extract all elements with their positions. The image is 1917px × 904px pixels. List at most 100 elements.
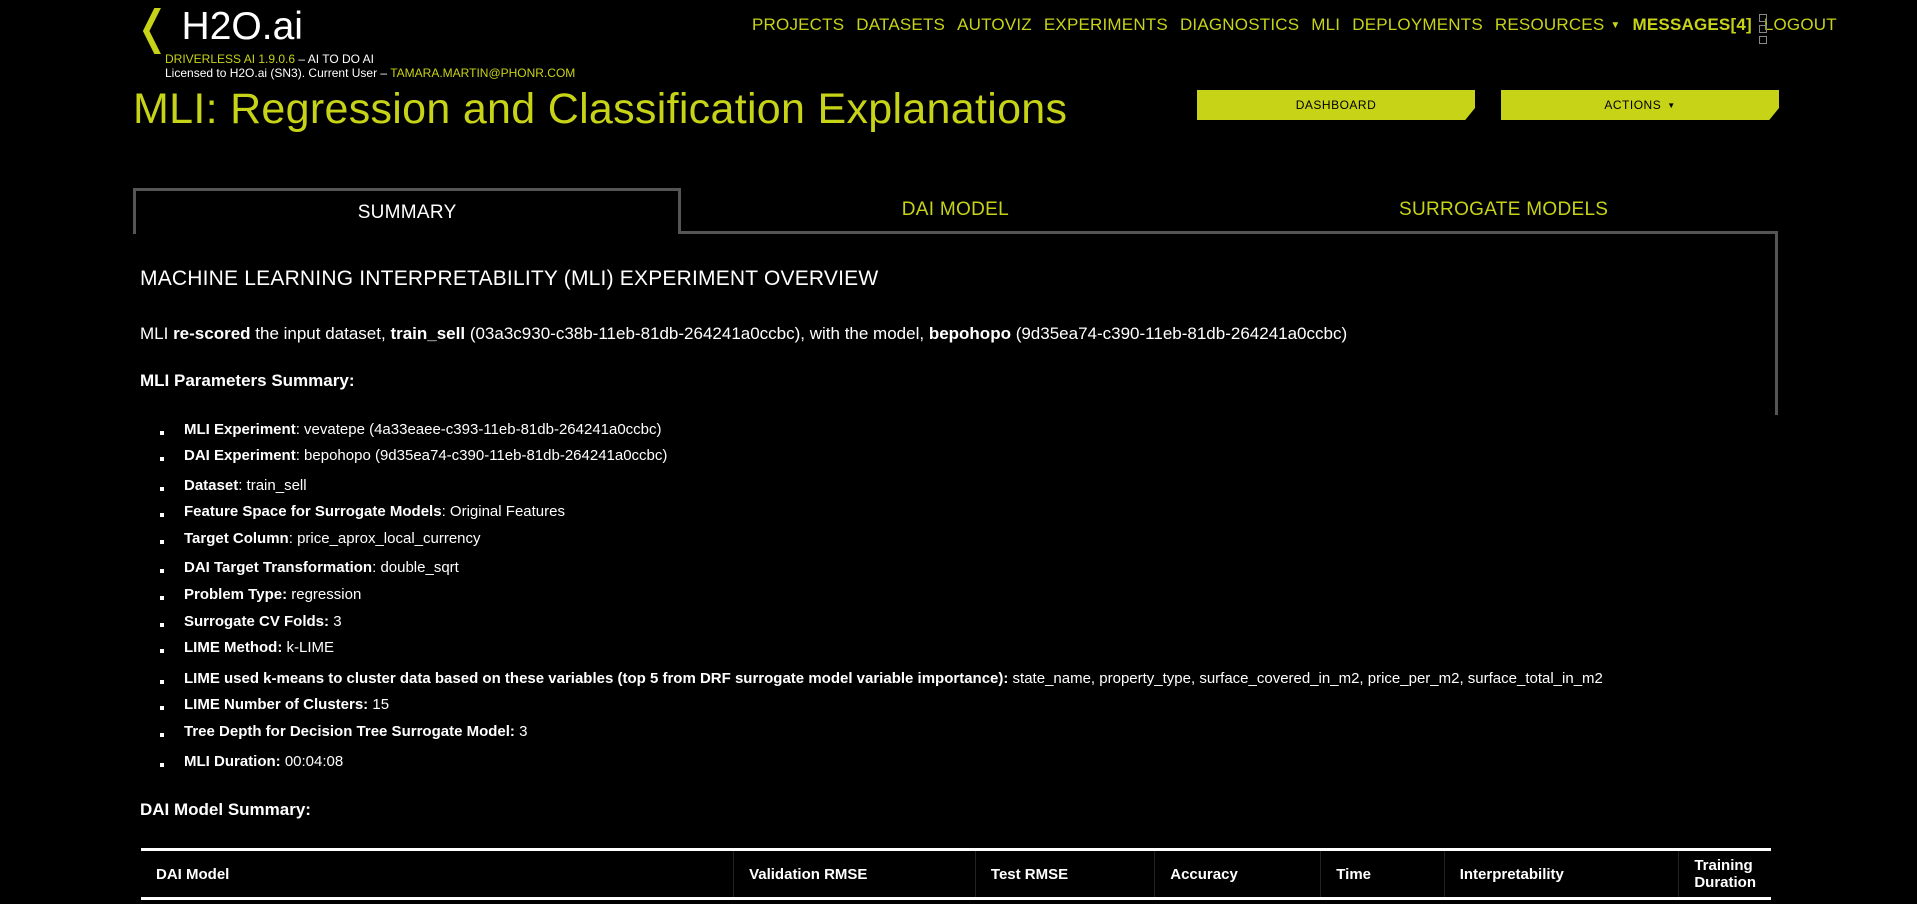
back-chevron-icon[interactable]: ❬ — [133, 4, 172, 50]
param-sep: : — [288, 530, 298, 547]
logo-text[interactable]: H2O.ai — [182, 5, 303, 49]
param-value: 15 — [372, 696, 390, 713]
param-item: LIME used k-means to cluster data based … — [140, 666, 1603, 692]
nav-autoviz[interactable]: AUTOVIZ — [957, 15, 1032, 35]
param-sep: : — [238, 477, 247, 494]
param-label: MLI Experiment — [184, 421, 296, 438]
col-test-rmse[interactable]: Test RMSE — [975, 851, 1156, 897]
intro-text: the input dataset, — [250, 324, 391, 343]
intro-text: MLI — [140, 324, 174, 343]
param-item: Tree Depth for Decision Tree Surrogate M… — [140, 719, 1603, 749]
param-item: MLI Duration: 00:04:08 — [140, 749, 1603, 775]
actions-button[interactable]: ACTIONS ▼ — [1501, 90, 1779, 120]
param-sep: : — [441, 503, 450, 520]
param-label: Tree Depth for Decision Tree Surrogate M… — [184, 723, 515, 740]
version-line: DRIVERLESS AI 1.9.0.6 – AI TO DO AI — [165, 52, 575, 66]
param-label: LIME used k-means to cluster data based … — [184, 670, 1009, 687]
tab-surrogate-models[interactable]: SURROGATE MODELS — [1229, 188, 1778, 234]
caret-down-icon: ▼ — [1610, 20, 1621, 31]
col-training-duration[interactable]: Training Duration — [1679, 851, 1771, 897]
intro-model: bepohopo — [928, 324, 1011, 343]
panel-border — [1775, 231, 1778, 415]
param-value: price_aprox_local_currency — [297, 530, 481, 547]
param-value: double_sqrt — [380, 559, 459, 576]
section-heading: MACHINE LEARNING INTERPRETABILITY (MLI) … — [140, 267, 879, 290]
nav-resources[interactable]: RESOURCES ▼ — [1495, 15, 1621, 35]
param-item: Feature Space for Surrogate Models: Orig… — [140, 499, 1603, 526]
param-value: Original Features — [449, 503, 565, 520]
mli-tabs: SUMMARY DAI MODEL SURROGATE MODELS — [133, 188, 1778, 234]
col-accuracy[interactable]: Accuracy — [1154, 851, 1322, 897]
h2o-logo[interactable]: ❬ H2O.ai — [133, 4, 303, 50]
param-value: k-LIME — [286, 639, 335, 656]
nav-datasets[interactable]: DATASETS — [856, 15, 945, 35]
intro-paragraph: MLI re-scored the input dataset, train_s… — [140, 324, 1347, 344]
param-value: vevatepe (4a33eaee-c393-11eb-81db-264241… — [304, 421, 662, 438]
param-label: LIME Number of Clusters: — [184, 696, 369, 713]
nav-experiments[interactable]: EXPERIMENTS — [1044, 15, 1168, 35]
summary-panel: MACHINE LEARNING INTERPRETABILITY (MLI) … — [140, 264, 1780, 900]
param-value: train_sell — [246, 477, 307, 494]
param-item: LIME Method: k-LIME — [140, 635, 1603, 666]
param-label: Problem Type: — [184, 586, 288, 603]
param-sep: : — [295, 447, 305, 464]
param-item: Problem Type: regression — [140, 582, 1603, 609]
param-list: MLI Experiment: vevatepe (4a33eaee-c393-… — [140, 417, 1603, 775]
intro-text: (9d35ea74-c390-11eb-81db-264241a0ccbc) — [1010, 324, 1348, 343]
tab-dai-model[interactable]: DAI MODEL — [681, 188, 1230, 234]
param-label: MLI Duration: — [184, 753, 281, 770]
col-interpretability[interactable]: Interpretability — [1444, 851, 1680, 897]
top-navigation: PROJECTS DATASETS AUTOVIZ EXPERIMENTS DI… — [752, 15, 1837, 35]
param-item: Dataset: train_sell — [140, 473, 1603, 499]
table-header-row: DAI Model Validation RMSE Test RMSE Accu… — [141, 851, 1771, 897]
intro-rescored: re-scored — [173, 324, 251, 343]
param-item: Surrogate CV Folds: 3 — [140, 609, 1603, 635]
caret-down-icon: ▼ — [1667, 100, 1676, 110]
version-tagline: – AI TO DO AI — [295, 52, 375, 66]
param-label: DAI Target Transformation — [184, 559, 373, 576]
more-menu-icon[interactable] — [1759, 14, 1768, 44]
params-title: MLI Parameters Summary: — [140, 371, 355, 390]
param-label: LIME Method: — [184, 639, 283, 656]
param-value: 3 — [333, 613, 342, 630]
col-time[interactable]: Time — [1320, 851, 1445, 897]
nav-diagnostics[interactable]: DIAGNOSTICS — [1180, 15, 1299, 35]
table-divider — [141, 897, 1771, 900]
dai-model-summary-title: DAI Model Summary: — [140, 800, 311, 819]
col-dai-model[interactable]: DAI Model — [141, 851, 735, 897]
page-title: MLI: Regression and Classification Expla… — [133, 85, 1068, 133]
nav-projects[interactable]: PROJECTS — [752, 15, 844, 35]
current-user[interactable]: TAMARA.MARTIN@PHONR.COM — [390, 66, 575, 80]
dai-model-table: DAI Model Validation RMSE Test RMSE Accu… — [141, 848, 1771, 900]
actions-button-label: ACTIONS — [1604, 98, 1662, 112]
param-sep: : — [295, 421, 305, 438]
version-text: DRIVERLESS AI 1.9.0.6 — [165, 52, 296, 66]
param-item: MLI Experiment: vevatepe (4a33eaee-c393-… — [140, 417, 1603, 443]
nav-deployments[interactable]: DEPLOYMENTS — [1352, 15, 1483, 35]
nav-resources-label: RESOURCES — [1494, 15, 1605, 34]
param-item: DAI Target Transformation: double_sqrt — [140, 555, 1603, 582]
param-item: LIME Number of Clusters: 15 — [140, 692, 1603, 719]
param-label: DAI Experiment — [184, 447, 296, 464]
dashboard-button[interactable]: DASHBOARD — [1197, 90, 1475, 120]
param-value: state_name, property_type, surface_cover… — [1012, 670, 1603, 687]
tab-summary[interactable]: SUMMARY — [133, 188, 682, 234]
param-label: Target Column — [184, 530, 289, 547]
col-validation-rmse[interactable]: Validation RMSE — [733, 851, 976, 897]
param-item: Target Column: price_aprox_local_currenc… — [140, 526, 1603, 555]
param-label: Feature Space for Surrogate Models — [184, 503, 442, 520]
intro-text: (03a3c930-c38b-11eb-81db-264241a0ccbc), … — [465, 324, 929, 343]
param-value: bepohopo (9d35ea74-c390-11eb-81db-264241… — [304, 447, 668, 464]
nav-mli[interactable]: MLI — [1311, 15, 1340, 35]
product-info: DRIVERLESS AI 1.9.0.6 – AI TO DO AI Lice… — [165, 52, 575, 80]
param-label: Surrogate CV Folds: — [184, 613, 330, 630]
param-value: 3 — [519, 723, 528, 740]
param-value: regression — [291, 586, 362, 603]
nav-messages[interactable]: MESSAGES[4] — [1633, 15, 1752, 35]
license-text: Licensed to H2O.ai (SN3). Current User – — [165, 66, 391, 80]
param-label: Dataset — [184, 477, 239, 494]
license-line: Licensed to H2O.ai (SN3). Current User –… — [165, 66, 575, 80]
nav-logout[interactable]: LOGOUT — [1764, 15, 1837, 35]
param-value: 00:04:08 — [284, 753, 344, 770]
param-item: DAI Experiment: bepohopo (9d35ea74-c390-… — [140, 443, 1603, 473]
